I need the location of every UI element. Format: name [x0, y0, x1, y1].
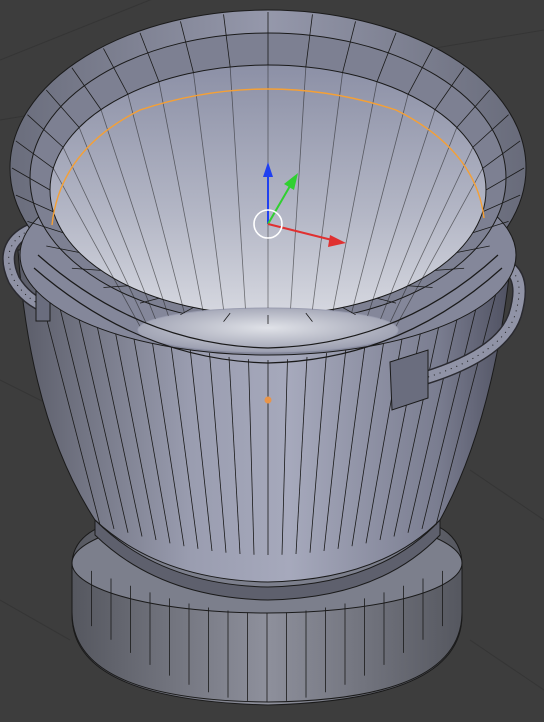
3d-viewport[interactable]: [0, 0, 544, 722]
object-origin-dot[interactable]: [264, 396, 272, 404]
